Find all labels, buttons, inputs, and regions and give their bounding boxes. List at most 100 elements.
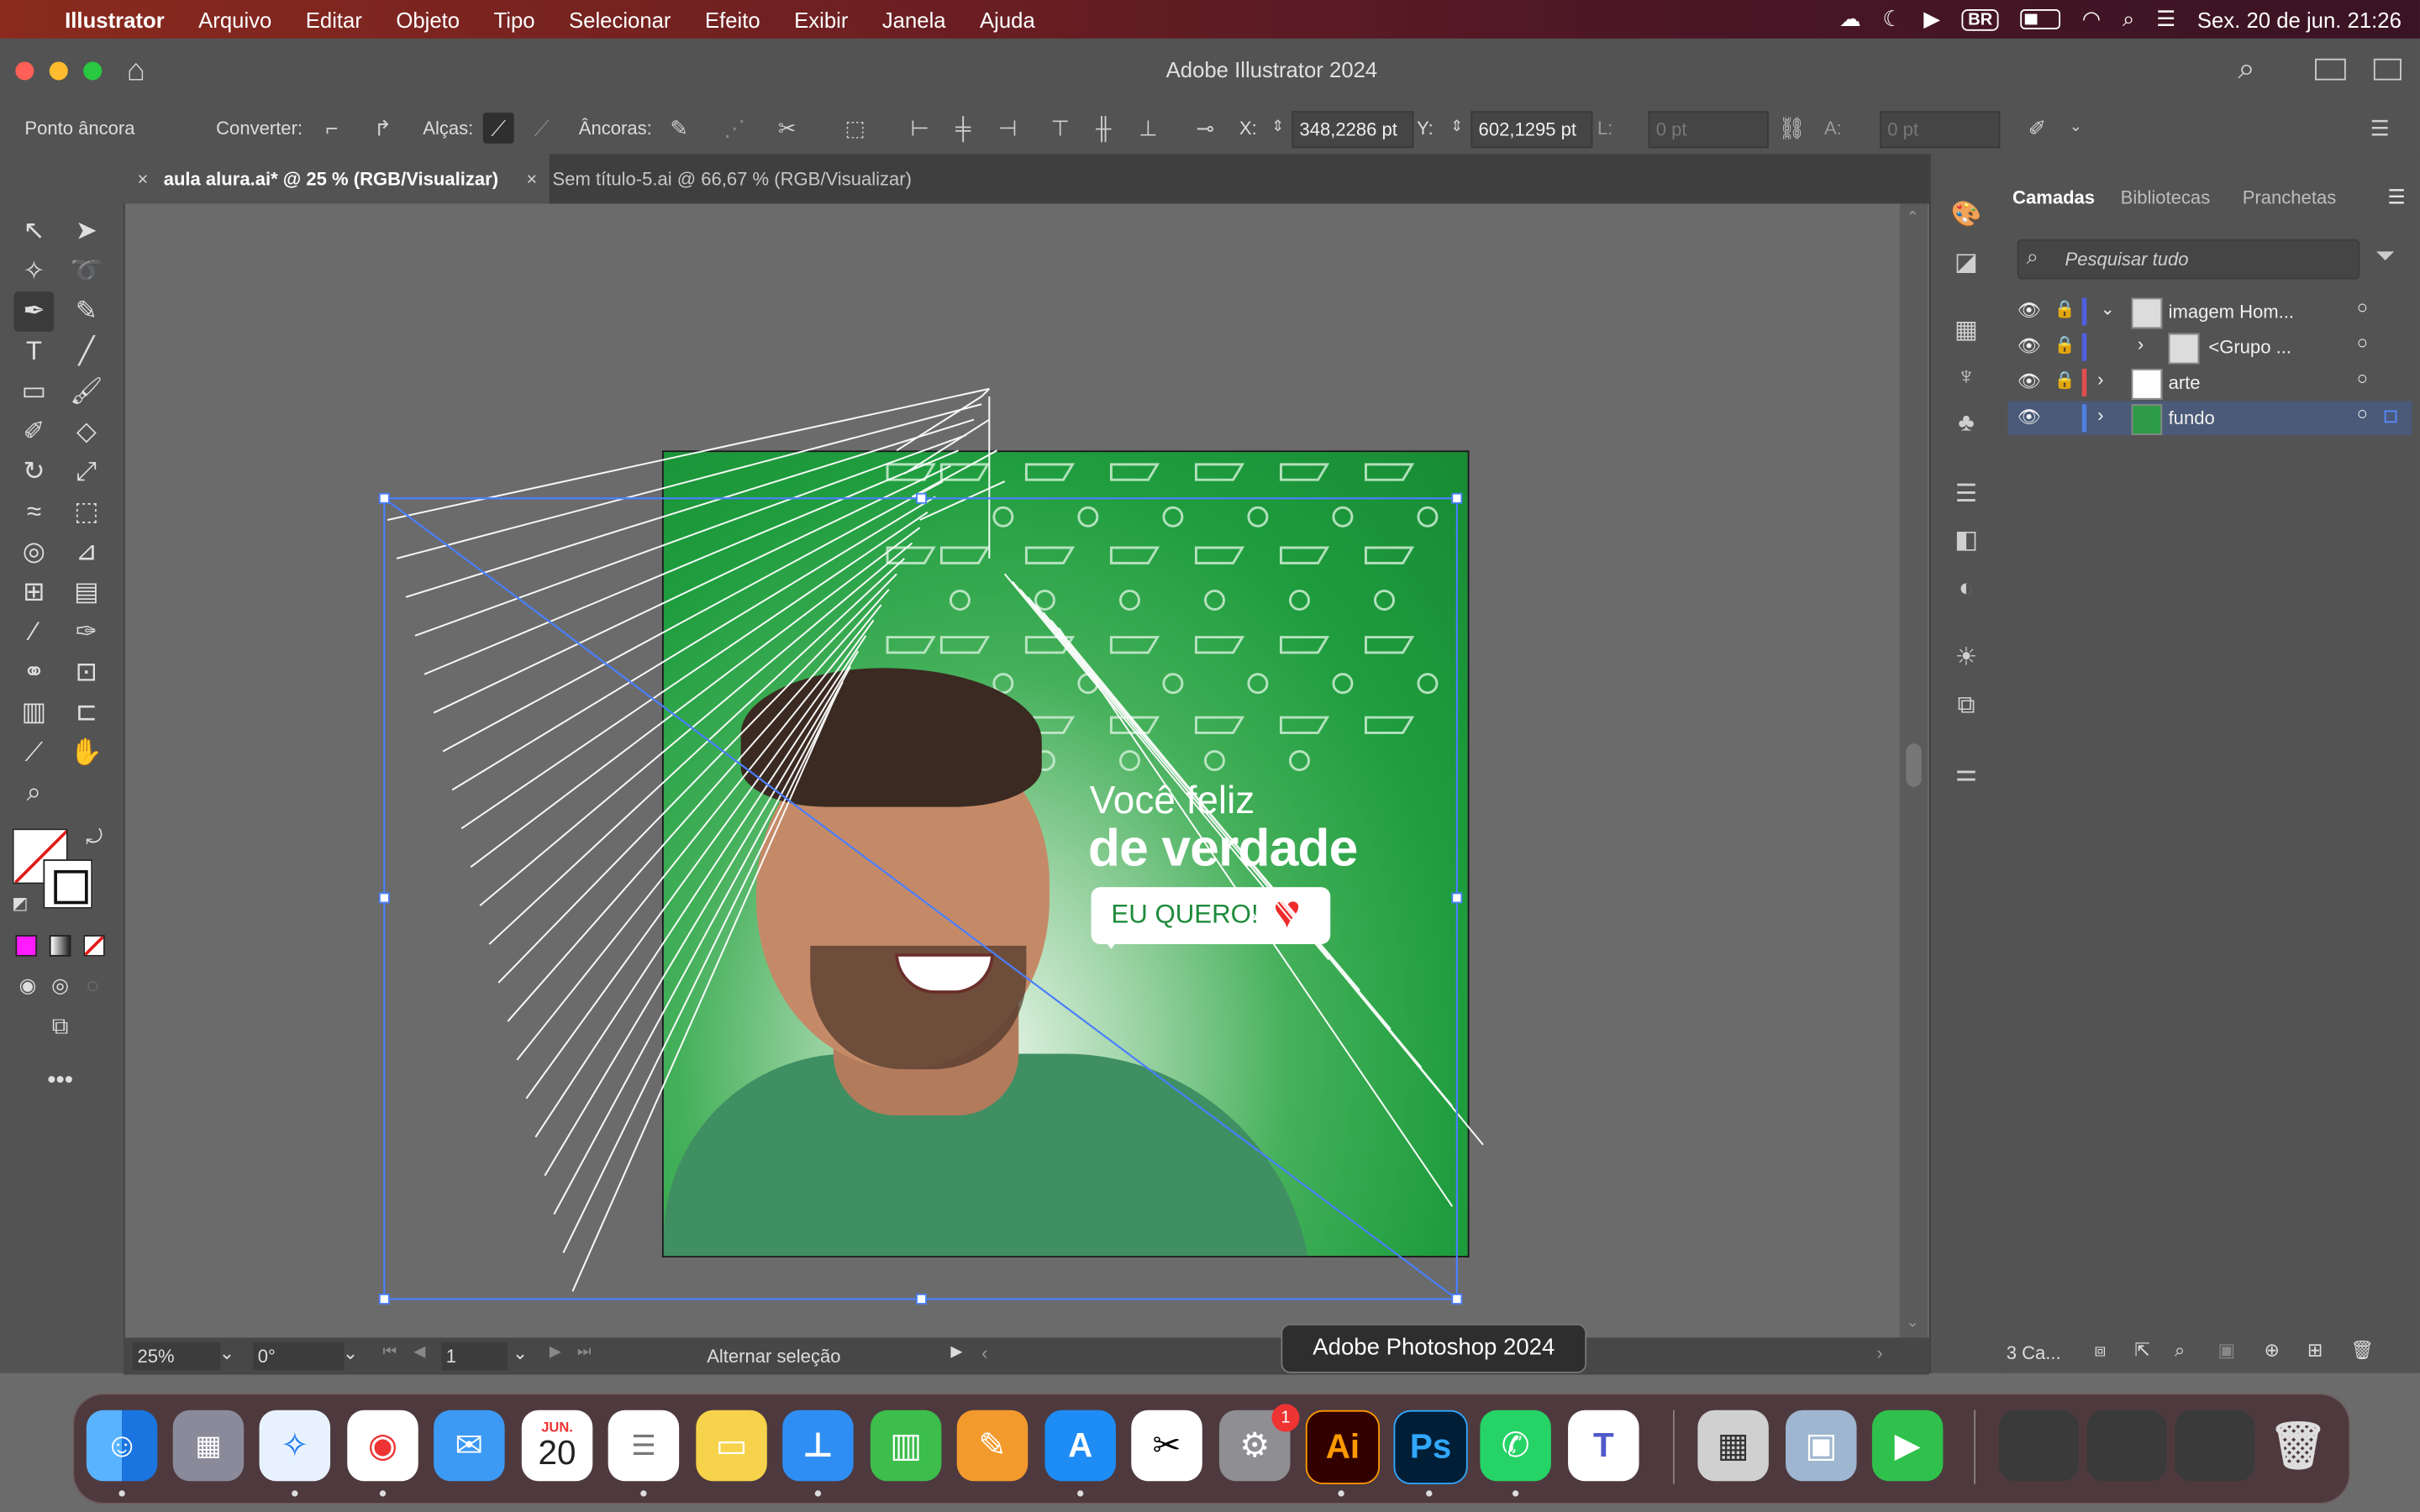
paintbrush-tool-icon[interactable]: 🖌 bbox=[66, 372, 107, 412]
properties-icon[interactable]: ⚌ bbox=[1949, 758, 1983, 791]
menu-exibir[interactable]: Exibir bbox=[777, 7, 865, 31]
vertical-scrollbar[interactable]: ⌃ ⌄ bbox=[1899, 203, 1928, 1338]
focus-moon-icon[interactable]: ☾ bbox=[1882, 6, 1902, 32]
expand-arrow-icon[interactable]: › bbox=[2138, 333, 2144, 355]
align-right-icon[interactable]: ⊣ bbox=[992, 113, 1023, 144]
layers-search-field[interactable]: ⌕ Pesquisar tudo bbox=[2017, 239, 2360, 280]
tab-bibliotecas[interactable]: Bibliotecas bbox=[2121, 186, 2211, 208]
reminders-icon[interactable]: ☰ bbox=[608, 1410, 680, 1482]
artboard-dropdown-icon[interactable]: ⌄ bbox=[513, 1342, 528, 1364]
type-tool-icon[interactable]: T bbox=[14, 332, 55, 372]
arrange-documents-icon[interactable] bbox=[2315, 58, 2346, 81]
blend-tool-icon[interactable]: ⚭ bbox=[14, 653, 55, 693]
layer-row-arte[interactable]: 👁 🔒 › arte ○ bbox=[2008, 365, 2412, 400]
pages-icon[interactable]: ✎ bbox=[956, 1410, 1028, 1482]
tab-aula-alura[interactable]: × aula alura.ai* @ 25 % (RGB/Visualizar) bbox=[123, 154, 550, 204]
edit-toolbar-icon[interactable]: ••• bbox=[40, 1062, 81, 1102]
reference-point-icon[interactable]: ⊸ bbox=[1190, 113, 1221, 144]
align-center-h-icon[interactable]: ╪ bbox=[948, 113, 979, 144]
rotate-tool-icon[interactable]: ↻ bbox=[14, 452, 55, 492]
menu-selecionar[interactable]: Selecionar bbox=[552, 7, 688, 31]
lock-icon[interactable]: 🔒 bbox=[2054, 335, 2075, 354]
notes-icon[interactable]: ▭ bbox=[696, 1410, 767, 1482]
symbols-icon[interactable]: ♣ bbox=[1949, 407, 1983, 441]
lasso-tool-icon[interactable]: ➰ bbox=[66, 251, 107, 291]
transparency-icon[interactable]: ◐ bbox=[1949, 572, 1983, 606]
filter-icon[interactable]: ⏷ bbox=[2375, 244, 2396, 271]
appearance-icon[interactable]: ☀ bbox=[1949, 642, 1983, 675]
trash-icon[interactable]: 🗑 bbox=[2263, 1410, 2333, 1481]
target-circle-icon[interactable]: ○ bbox=[2357, 332, 2368, 354]
tab-camadas[interactable]: Camadas bbox=[2012, 186, 2095, 208]
collect-export-icon[interactable]: ⧈ bbox=[2094, 1339, 2106, 1362]
scale-tool-icon[interactable]: ⤢ bbox=[66, 452, 107, 492]
capcut-icon[interactable]: ✂ bbox=[1131, 1410, 1202, 1482]
rotation-dropdown-icon[interactable]: ⌄ bbox=[343, 1342, 358, 1364]
target-circle-icon[interactable]: ○ bbox=[2357, 367, 2368, 389]
brushes-icon[interactable]: ♆ bbox=[1949, 361, 1983, 395]
collapse-arrow-icon[interactable]: ⌄ bbox=[2101, 299, 2115, 319]
zoom-tool-icon[interactable]: ⌕ bbox=[14, 773, 55, 813]
app-store-icon[interactable]: A bbox=[1044, 1410, 1116, 1482]
shape-builder-tool-icon[interactable]: ◎ bbox=[14, 533, 55, 573]
align-top-icon[interactable]: ⊤ bbox=[1044, 113, 1076, 144]
status-menu-icon[interactable]: ▶ bbox=[950, 1344, 962, 1361]
mesh-tool-icon[interactable]: ⊞ bbox=[14, 572, 55, 612]
menu-editar[interactable]: Editar bbox=[289, 7, 380, 31]
input-source-badge[interactable]: BR bbox=[1961, 8, 1999, 30]
visibility-eye-icon[interactable]: 👁 bbox=[2018, 370, 2041, 392]
scroll-up-icon[interactable]: ⌃ bbox=[1906, 210, 1918, 227]
mail-icon[interactable]: ✉ bbox=[434, 1410, 505, 1482]
stroke-icon[interactable]: ☰ bbox=[1949, 478, 1983, 512]
last-artboard-icon[interactable]: ⏭ bbox=[577, 1344, 592, 1361]
creative-cloud-icon[interactable]: ☁ bbox=[1839, 6, 1861, 32]
none-mode-swatch[interactable] bbox=[83, 935, 105, 957]
close-tab-icon[interactable]: × bbox=[137, 155, 148, 204]
draw-inside-icon[interactable]: ◌ bbox=[72, 966, 113, 1006]
convert-to-corner-icon[interactable]: ⌐ bbox=[317, 113, 348, 144]
curvature-tool-icon[interactable]: ✎ bbox=[66, 291, 107, 332]
pen-tool-icon[interactable]: ✒ bbox=[13, 291, 55, 332]
layer-row-imagem[interactable]: 👁 🔒 ⌄ imagem Hom... ○ bbox=[2008, 295, 2412, 329]
connect-anchors-icon[interactable]: ⋰ bbox=[719, 113, 750, 144]
symbol-sprayer-tool-icon[interactable]: ⊡ bbox=[66, 653, 107, 693]
close-tab-icon[interactable]: × bbox=[526, 155, 537, 204]
recolor-dropdown-icon[interactable]: ⌄ bbox=[2060, 113, 2091, 144]
previous-artboard-icon[interactable]: ◀ bbox=[413, 1344, 425, 1361]
color-mode-swatch[interactable] bbox=[15, 935, 38, 957]
transform-icon[interactable]: ⬚ bbox=[839, 113, 871, 144]
align-left-icon[interactable]: ⊢ bbox=[904, 113, 935, 144]
eyedropper-tool-icon[interactable]: ⁄ bbox=[14, 612, 55, 653]
scroll-down-icon[interactable]: ⌄ bbox=[1906, 1315, 1918, 1331]
menu-objeto[interactable]: Objeto bbox=[379, 7, 476, 31]
calculator-icon[interactable]: ▦ bbox=[1697, 1410, 1769, 1482]
magic-wand-tool-icon[interactable]: ✧ bbox=[14, 251, 55, 291]
now-playing-icon[interactable]: ▶ bbox=[1923, 6, 1940, 32]
expand-arrow-icon[interactable]: › bbox=[2097, 369, 2103, 391]
menubar-datetime[interactable]: Sex. 20 de jun. 21:26 bbox=[2197, 7, 2402, 31]
rotation-field[interactable]: 0° bbox=[253, 1341, 345, 1370]
next-artboard-icon[interactable]: ▶ bbox=[550, 1344, 561, 1361]
panel-menu-icon[interactable]: ☰ bbox=[2387, 185, 2405, 209]
swap-fill-stroke-icon[interactable]: ⤾ bbox=[74, 817, 114, 858]
shaper-tool-icon[interactable]: ✐ bbox=[14, 412, 55, 452]
tab-pranchetas[interactable]: Pranchetas bbox=[2243, 186, 2336, 208]
hand-tool-icon[interactable]: ✋ bbox=[66, 732, 107, 773]
facetime-icon[interactable]: ▶ bbox=[1871, 1410, 1944, 1482]
perspective-grid-tool-icon[interactable]: ⊿ bbox=[66, 533, 107, 573]
photoshop-icon[interactable]: Ps bbox=[1393, 1410, 1468, 1484]
numbers-icon[interactable]: ▥ bbox=[870, 1410, 942, 1482]
control-center-icon[interactable]: ☰ bbox=[2156, 6, 2175, 32]
convert-to-smooth-icon[interactable]: ↱ bbox=[367, 113, 398, 144]
visibility-eye-icon[interactable]: 👁 bbox=[2018, 406, 2041, 428]
status-hint[interactable]: Alternar seleção bbox=[707, 1346, 840, 1368]
visibility-eye-icon[interactable]: 👁 bbox=[2018, 335, 2041, 357]
canvas-area[interactable]: Você feliz de verdade EU QUERO! ♥ bbox=[124, 203, 1900, 1338]
app-menu[interactable]: Illustrator bbox=[48, 7, 182, 31]
a-field[interactable]: 0 pt bbox=[1880, 111, 2001, 149]
expand-arrow-icon[interactable]: › bbox=[2097, 404, 2103, 426]
screen-mode-icon[interactable]: ⧉ bbox=[40, 1007, 81, 1047]
asset-export-icon[interactable]: ⧉ bbox=[1949, 690, 1983, 723]
keynote-icon[interactable]: ⊥ bbox=[782, 1410, 854, 1482]
gradient-mode-swatch[interactable] bbox=[49, 935, 71, 957]
